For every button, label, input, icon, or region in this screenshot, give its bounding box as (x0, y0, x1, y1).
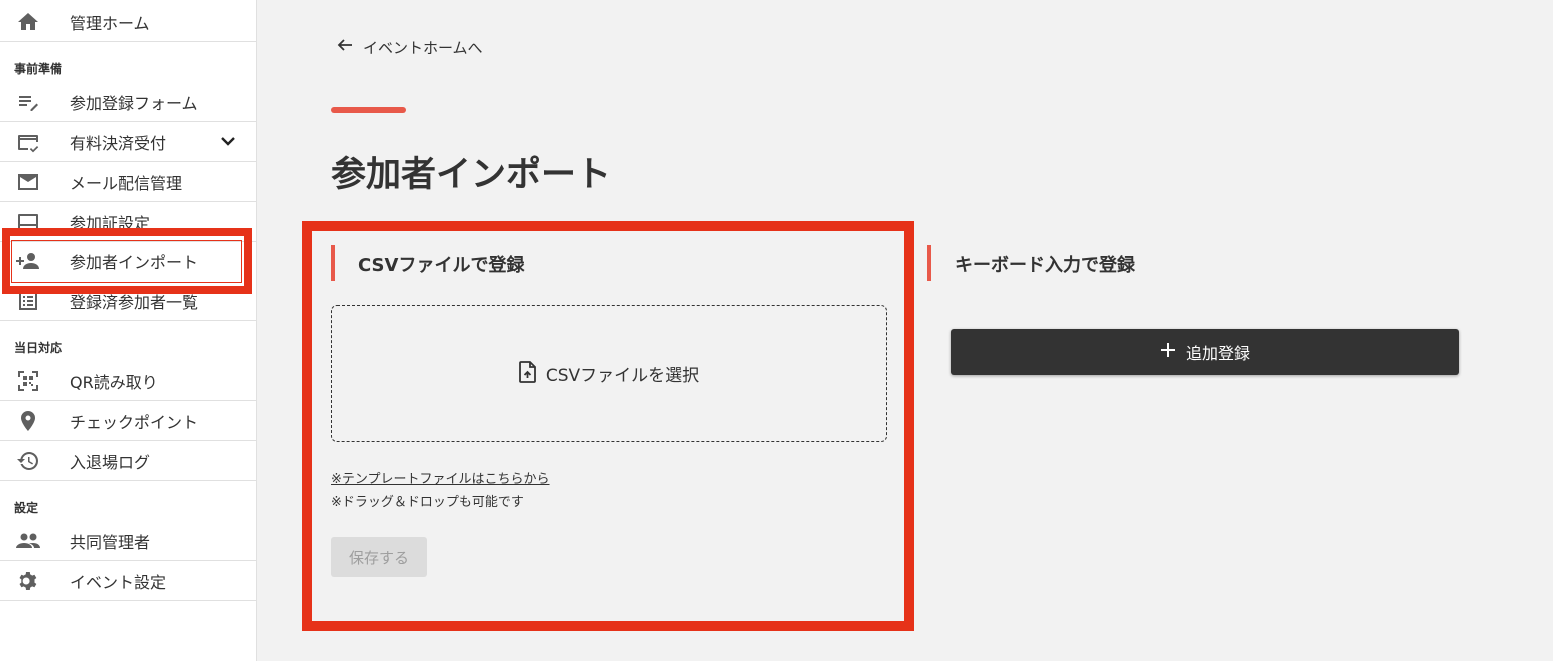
sidebar-item-label: QR読み取り (70, 372, 158, 392)
person-add-icon (15, 249, 41, 273)
back-link-label: イベントホームへ (363, 38, 483, 57)
sidebar-item-label: 入退場ログ (70, 452, 151, 472)
plus-icon (1160, 342, 1176, 362)
csv-select-label: CSVファイルを選択 (545, 366, 700, 386)
page-title: 参加者インポート (331, 155, 612, 195)
sidebar-item-label: 共同管理者 (70, 532, 151, 552)
sidebar-item-paid-payment[interactable]: 有料決済受付 (0, 122, 257, 162)
sidebar-item-checkpoint[interactable]: チェックポイント (0, 401, 257, 441)
sidebar-item-label: 管理ホーム (70, 13, 150, 33)
back-to-event-home-link[interactable]: イベントホームへ (336, 35, 483, 59)
chevron-down-icon[interactable] (218, 133, 238, 151)
arrow-left-icon (336, 36, 354, 58)
sidebar-item-label: イベント設定 (70, 572, 167, 592)
card-icon (15, 210, 41, 234)
csv-section-accent (331, 245, 335, 281)
history-icon (15, 449, 41, 473)
sidebar-item-pass-settings[interactable]: 参加証設定 (0, 202, 257, 242)
sidebar-item-participant-import[interactable]: 参加者インポート (0, 241, 257, 281)
sidebar-item-mail[interactable]: メール配信管理 (0, 162, 257, 202)
title-accent-bar (331, 107, 406, 113)
section-label-prep: 事前準備 (14, 62, 63, 76)
sidebar-item-label: 参加証設定 (70, 213, 151, 233)
sidebar-item-label: チェックポイント (70, 412, 199, 432)
sidebar-item-admin-home[interactable]: 管理ホーム (0, 2, 257, 42)
drag-drop-note: ※ドラッグ＆ドロップも可能です (331, 495, 524, 510)
sidebar-item-registration-form[interactable]: 参加登録フォーム (0, 82, 257, 122)
mail-icon (15, 170, 41, 194)
sidebar-item-registered-list[interactable]: 登録済参加者一覧 (0, 281, 257, 321)
sidebar-item-event-settings[interactable]: イベント設定 (0, 561, 257, 601)
sidebar-item-qr-scan[interactable]: QR読み取り (0, 361, 257, 401)
home-icon (15, 10, 41, 34)
csv-section-title: CSVファイルで登録 (358, 255, 525, 276)
location-pin-icon (15, 409, 41, 433)
sidebar-item-label: メール配信管理 (70, 173, 183, 193)
gear-icon (15, 569, 41, 593)
csv-file-dropzone[interactable]: CSVファイルを選択 (331, 305, 887, 442)
keyboard-section-title: キーボード入力で登録 (955, 255, 1135, 276)
sidebar: 管理ホーム 事前準備 参加登録フォーム 有料決済受付 メール配信管理 参加証設定 (0, 0, 257, 661)
credit-card-check-icon (15, 130, 41, 154)
qr-scan-icon (15, 369, 41, 393)
template-file-link[interactable]: ※テンプレートファイルはこちらから (331, 468, 550, 487)
sidebar-item-label: 有料決済受付 (70, 133, 167, 153)
add-registration-label: 追加登録 (1185, 344, 1250, 363)
add-registration-button[interactable]: 追加登録 (951, 329, 1459, 375)
edit-note-icon (15, 90, 41, 114)
sidebar-item-label: 登録済参加者一覧 (70, 292, 199, 312)
keyboard-section-accent (927, 245, 931, 281)
section-label-dayof: 当日対応 (14, 341, 63, 355)
section-label-settings: 設定 (14, 501, 39, 515)
sidebar-item-entry-log[interactable]: 入退場ログ (0, 441, 257, 481)
save-button[interactable]: 保存する (331, 537, 427, 577)
sidebar-item-label: 参加者インポート (70, 253, 199, 272)
people-icon (15, 529, 41, 553)
list-icon (15, 289, 41, 313)
file-upload-icon (518, 360, 537, 387)
sidebar-item-label: 参加登録フォーム (70, 93, 198, 113)
sidebar-item-co-admins[interactable]: 共同管理者 (0, 521, 257, 561)
